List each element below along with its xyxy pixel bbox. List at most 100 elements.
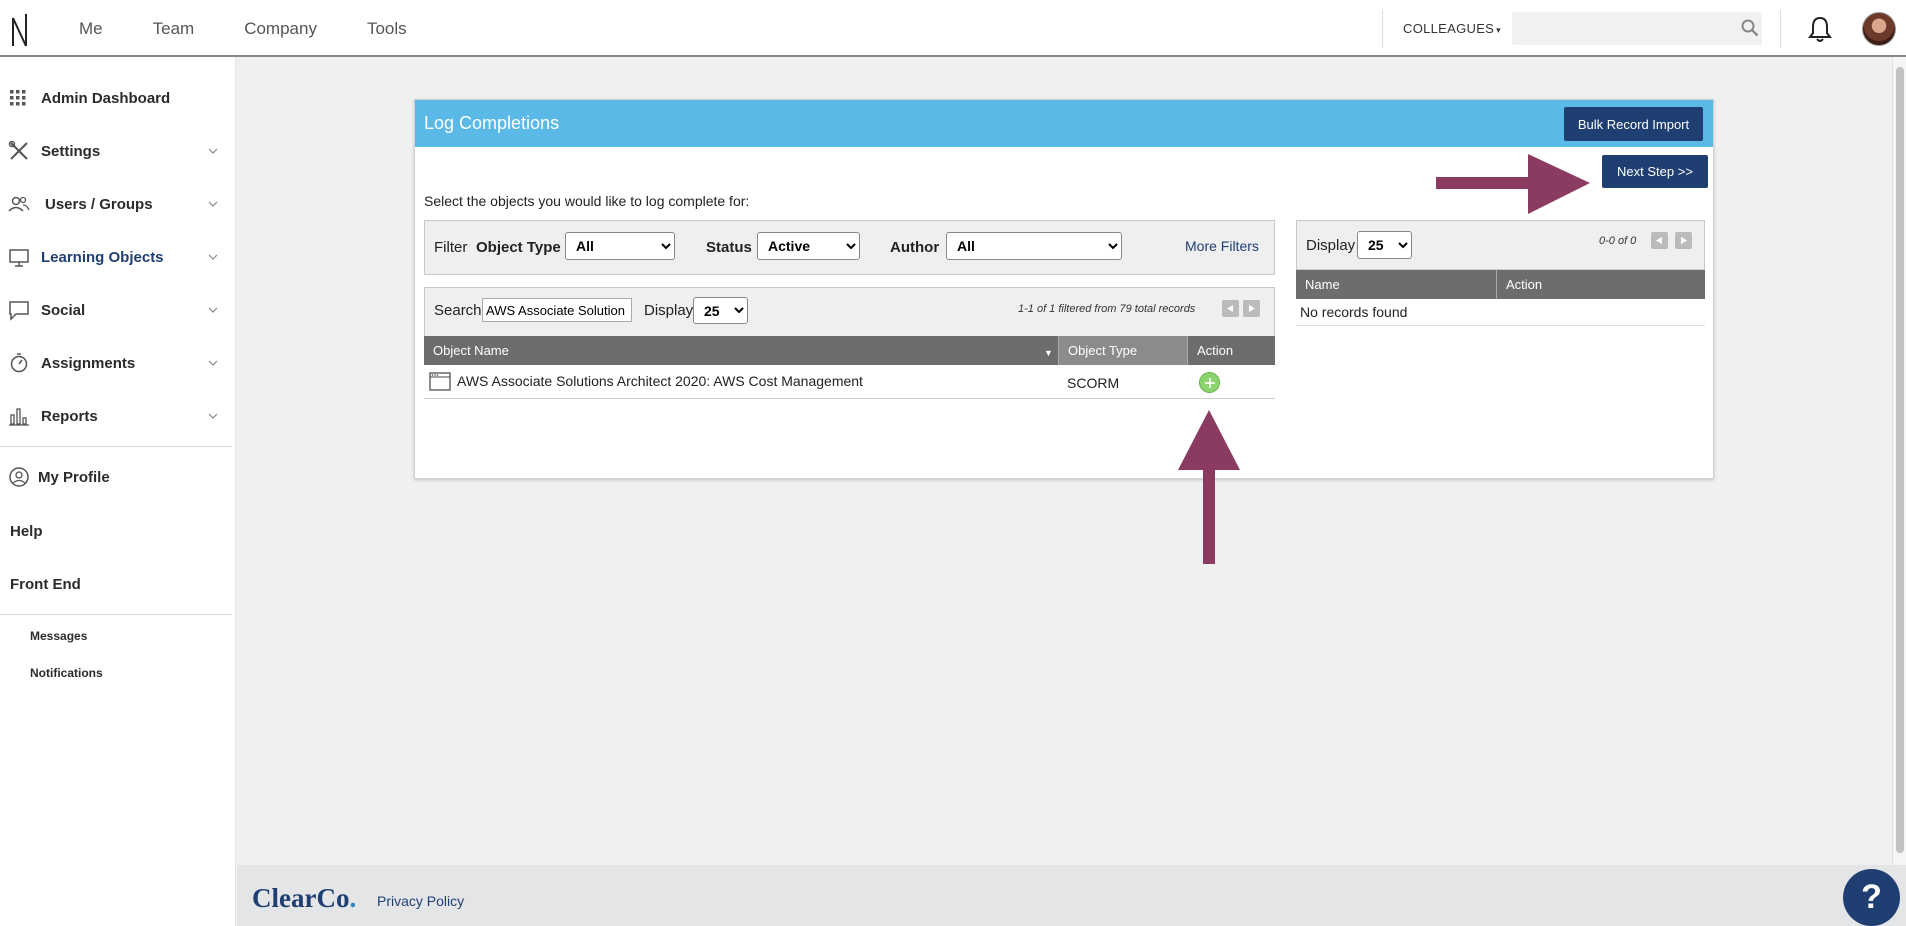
bell-icon[interactable] — [1807, 15, 1833, 43]
sidebar-item-label: Learning Objects — [41, 248, 164, 266]
annotation-arrow-up — [1178, 410, 1240, 564]
selected-display-count-select[interactable]: 25 — [1357, 231, 1412, 259]
sidebar-item-users-groups[interactable]: Users / Groups — [0, 184, 236, 224]
next-step-button[interactable]: Next Step >> — [1602, 155, 1708, 188]
sidebar-item-assignments[interactable]: Assignments — [0, 343, 236, 383]
object-type-select[interactable]: All — [565, 232, 675, 260]
column-header-object-name[interactable]: Object Name ▼ — [424, 336, 1067, 365]
sidebar-item-label: Help — [10, 522, 43, 540]
next-page-button[interactable] — [1675, 232, 1692, 249]
grid-icon — [10, 90, 26, 106]
triangle-left-icon — [1227, 305, 1233, 312]
column-label: Action — [1197, 343, 1234, 358]
object-type: SCORM — [1067, 375, 1120, 391]
sidebar-item-reports[interactable]: Reports — [0, 396, 236, 436]
sidebar-item-label: Reports — [41, 407, 98, 425]
column-header-name: Name — [1296, 270, 1496, 299]
chevron-down-icon — [208, 148, 218, 154]
add-object-button[interactable] — [1199, 372, 1220, 393]
help-button[interactable]: ? — [1843, 869, 1900, 926]
sort-desc-icon: ▼ — [1044, 348, 1053, 358]
nav-tools[interactable]: Tools — [367, 19, 407, 39]
global-search-input[interactable] — [1512, 12, 1762, 45]
prev-page-button[interactable] — [1651, 232, 1668, 249]
user-circle-icon — [9, 467, 29, 487]
sidebar-link-messages[interactable]: Messages — [30, 629, 87, 643]
sidebar-item-settings[interactable]: Settings — [0, 131, 236, 171]
divider — [0, 614, 232, 615]
selected-table-header: Name Action — [1296, 270, 1705, 299]
triangle-right-icon — [1681, 237, 1687, 244]
search-bar: Search Display 25 1-1 of 1 filtered from… — [424, 287, 1275, 337]
display-count-select[interactable]: 25 — [693, 297, 748, 324]
colleagues-label: COLLEAGUES — [1403, 21, 1495, 36]
column-label: Name — [1305, 277, 1340, 292]
table-header: Object Name ▼ Object Type Action — [424, 336, 1275, 365]
status-select[interactable]: Active — [757, 232, 860, 260]
annotation-arrow-right — [1436, 154, 1590, 214]
user-avatar[interactable] — [1862, 12, 1896, 46]
next-page-button[interactable] — [1243, 300, 1260, 317]
column-label: Object Name — [433, 343, 509, 358]
instructions-text: Select the objects you would like to log… — [424, 193, 750, 209]
chevron-down-icon — [208, 201, 218, 207]
nav-team[interactable]: Team — [153, 19, 195, 39]
column-header-object-type[interactable]: Object Type — [1058, 336, 1187, 365]
bar-chart-icon — [9, 408, 29, 426]
panel-title: Log Completions — [424, 113, 560, 133]
chat-bubble-icon — [9, 301, 29, 321]
tools-icon — [8, 140, 28, 160]
sidebar-item-front-end[interactable]: Front End — [0, 564, 236, 604]
table-row: AWS Associate Solutions Architect 2020: … — [424, 365, 1275, 399]
column-label: Object Type — [1068, 343, 1138, 358]
display-label: Display — [1306, 237, 1356, 254]
scorm-window-icon — [429, 372, 451, 391]
nav-company[interactable]: Company — [244, 19, 317, 39]
page-scrollbar[interactable] — [1892, 57, 1906, 865]
colleagues-dropdown[interactable]: COLLEAGUES ▾ — [1403, 21, 1501, 36]
nav-me[interactable]: Me — [79, 19, 103, 39]
object-name: AWS Associate Solutions Architect 2020: … — [457, 373, 863, 389]
sidebar-item-label: Admin Dashboard — [41, 89, 171, 107]
sidebar-item-label: Assignments — [41, 354, 136, 372]
scrollbar-thumb[interactable] — [1896, 67, 1904, 853]
sidebar-link-notifications[interactable]: Notifications — [30, 666, 103, 680]
plus-icon — [1205, 378, 1215, 388]
sidebar-item-help[interactable]: Help — [0, 511, 236, 551]
filter-bar: Filter Object Type All Status Active Aut… — [424, 220, 1275, 275]
status-label: Status — [706, 239, 752, 256]
triangle-right-icon — [1249, 305, 1255, 312]
monitor-icon — [9, 249, 29, 267]
sidebar-item-admin-dashboard[interactable]: Admin Dashboard — [0, 78, 236, 118]
more-filters-link[interactable]: More Filters — [1185, 238, 1259, 254]
stopwatch-icon — [10, 353, 28, 373]
author-select[interactable]: All — [946, 232, 1122, 260]
chevron-down-icon — [208, 413, 218, 419]
chevron-down-icon — [208, 360, 218, 366]
column-header-action: Action — [1187, 336, 1275, 365]
top-navigation-bar: Me Team Company Tools COLLEAGUES ▾ — [0, 0, 1906, 57]
prev-page-button[interactable] — [1222, 300, 1239, 317]
bulk-record-import-button[interactable]: Bulk Record Import — [1564, 107, 1703, 141]
search-label: Search — [434, 302, 482, 319]
search-icon[interactable] — [1741, 19, 1759, 37]
divider — [1296, 325, 1705, 326]
object-search-input[interactable] — [482, 298, 632, 322]
author-label: Author — [890, 239, 940, 256]
sidebar: Admin Dashboard Settings Users / Groups … — [0, 57, 236, 926]
records-count: 1-1 of 1 filtered from 79 total records — [1018, 303, 1196, 315]
panel-header: Log Completions Bulk Record Import — [415, 100, 1713, 147]
triangle-left-icon — [1656, 237, 1662, 244]
sidebar-item-learning-objects[interactable]: Learning Objects — [0, 237, 236, 277]
object-type-label: Object Type — [476, 239, 561, 256]
column-label: Action — [1506, 277, 1543, 292]
logo-icon[interactable] — [10, 12, 32, 46]
sidebar-item-my-profile[interactable]: My Profile — [0, 457, 236, 497]
privacy-policy-link[interactable]: Privacy Policy — [377, 893, 464, 909]
sidebar-item-social[interactable]: Social — [0, 290, 236, 330]
filter-label: Filter — [434, 239, 468, 256]
clearco-logo: ClearCo. — [252, 883, 356, 914]
caret-down-icon: ▾ — [1496, 25, 1501, 35]
sidebar-item-label: My Profile — [38, 468, 110, 486]
column-header-action: Action — [1496, 270, 1705, 299]
